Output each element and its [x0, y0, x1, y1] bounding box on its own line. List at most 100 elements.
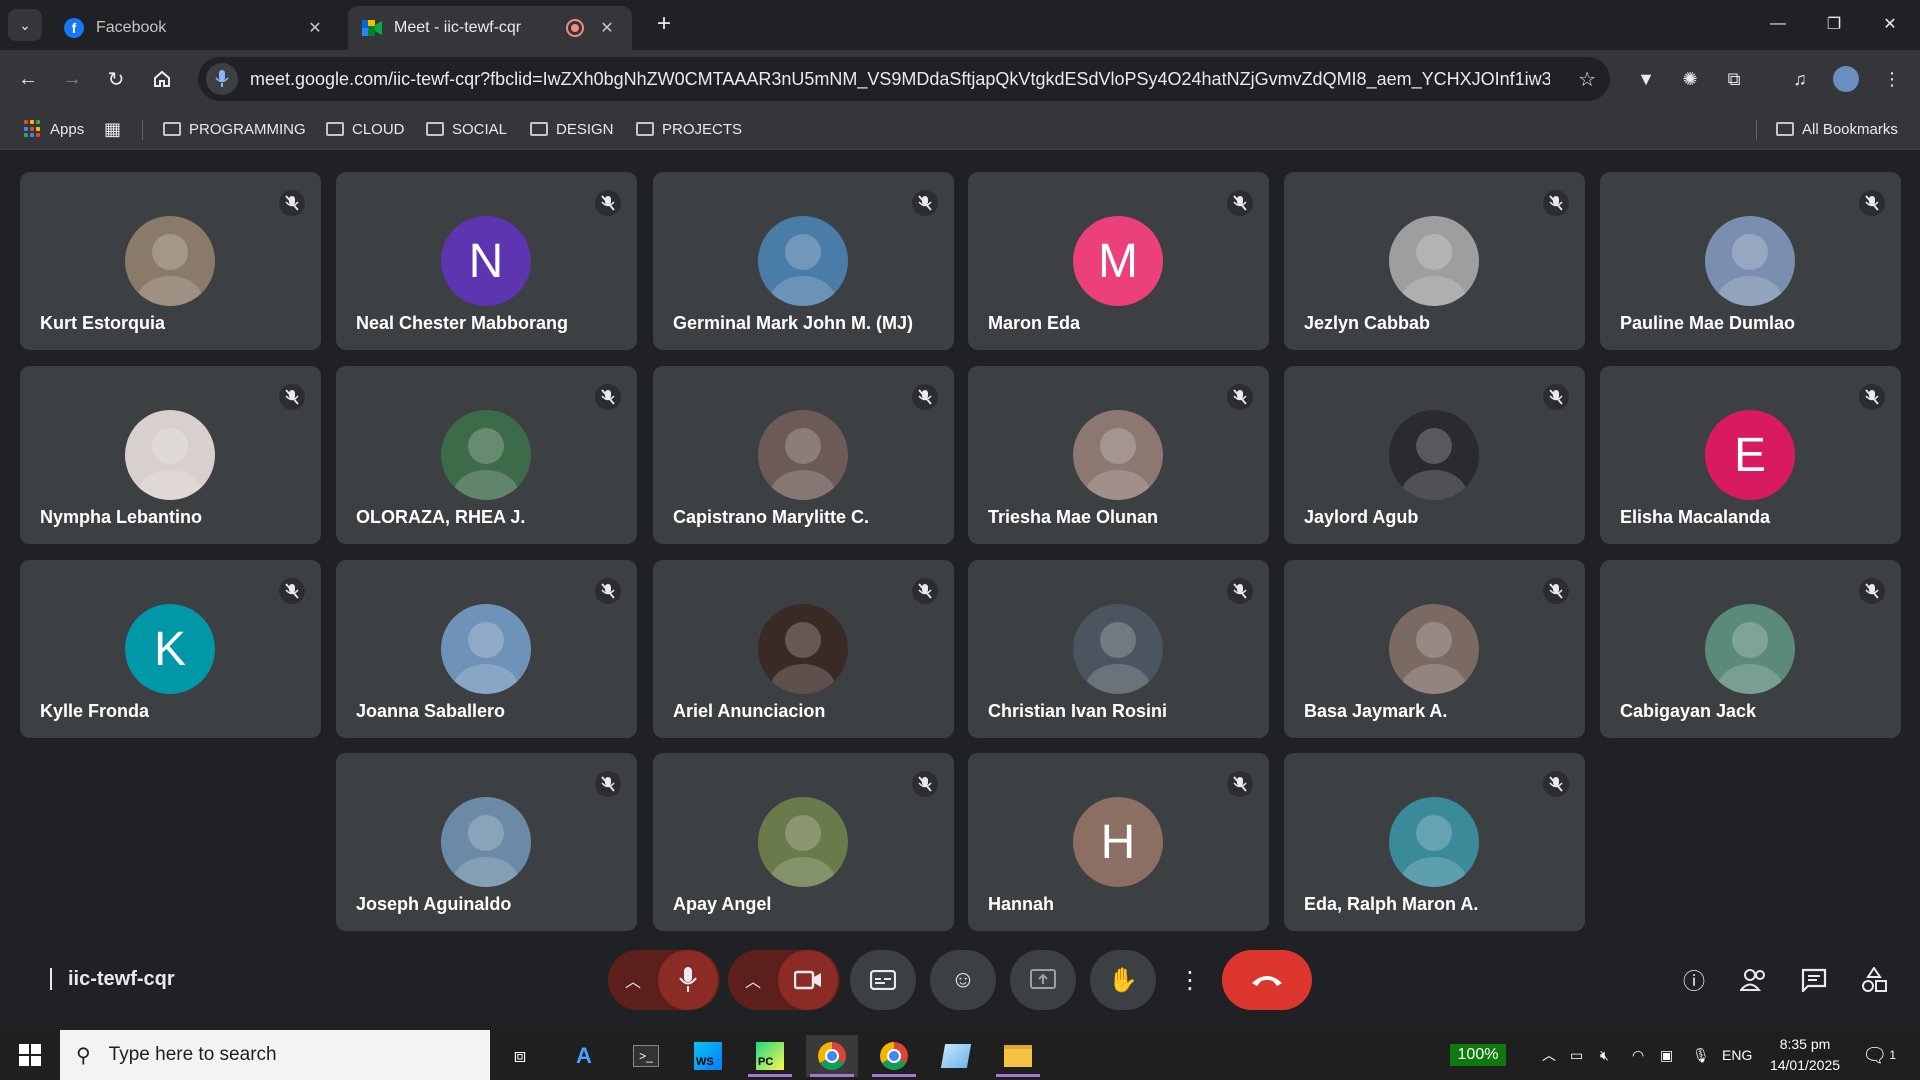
leave-call-button[interactable] [1222, 950, 1312, 1010]
participant-tile[interactable]: Pauline Mae Dumlao [1600, 172, 1901, 350]
participant-tile[interactable]: Capistrano Marylitte C. [653, 366, 954, 544]
participant-tile[interactable]: K Kylle Fronda [20, 560, 321, 738]
participant-tile[interactable]: OLORAZA, RHEA J. [336, 366, 637, 544]
back-button[interactable]: ← [12, 63, 44, 95]
vpn-extension-icon[interactable]: ▼ [1630, 63, 1662, 95]
bookmark-folder-design[interactable]: DESIGN [530, 118, 614, 140]
folder-icon [530, 122, 548, 136]
taskbar-app-terminal[interactable]: >_ [620, 1035, 672, 1077]
participant-tile[interactable]: Cabigayan Jack [1600, 560, 1901, 738]
address-bar[interactable]: meet.google.com/iic-tewf-cqr?fbclid=IwZX… [198, 57, 1610, 101]
tab-facebook[interactable]: f Facebook ✕ [50, 6, 340, 50]
chevron-up-icon: ︿ [1542, 1047, 1556, 1063]
camera-toggle-button[interactable] [778, 950, 838, 1010]
more-options-button[interactable]: ⋮ [1164, 950, 1216, 1010]
minimize-button[interactable]: — [1758, 10, 1798, 38]
participant-avatar: H [1073, 797, 1163, 887]
taskbar-app-webstorm[interactable]: WS [682, 1035, 734, 1077]
media-control-icon[interactable]: ♫ [1784, 63, 1816, 95]
all-bookmarks-button[interactable]: All Bookmarks [1776, 118, 1898, 140]
start-button[interactable] [0, 1030, 60, 1080]
url-text[interactable]: meet.google.com/iic-tewf-cqr?fbclid=IwZX… [250, 69, 1550, 90]
mic-toggle-button[interactable] [658, 950, 718, 1010]
close-window-button[interactable]: ✕ [1870, 10, 1910, 38]
video-settings-button[interactable]: ︿ [728, 950, 778, 1010]
reactions-button[interactable]: ☺ [930, 950, 996, 1010]
raise-hand-button[interactable]: ✋ [1090, 950, 1156, 1010]
extension-icon[interactable]: ✺ [1674, 63, 1706, 95]
taskbar-clock[interactable]: 8:35 pm 14/01/2025 [1760, 1034, 1850, 1076]
taskbar-app-notes[interactable] [930, 1035, 982, 1077]
audio-settings-button[interactable]: ︿ [608, 950, 658, 1010]
participant-tile[interactable]: Joanna Saballero [336, 560, 637, 738]
bookmark-apps[interactable]: Apps [24, 118, 84, 140]
participant-tile[interactable]: Christian Ivan Rosini [968, 560, 1269, 738]
activities-button[interactable] [1854, 960, 1894, 1000]
participant-tile[interactable]: Germinal Mark John M. (MJ) [653, 172, 954, 350]
participant-name: Maron Eda [988, 313, 1081, 333]
taskbar-app-chrome[interactable] [806, 1035, 858, 1077]
new-tab-button[interactable]: + [650, 10, 678, 38]
participant-tile[interactable]: Eda, Ralph Maron A. [1284, 753, 1585, 931]
avatar-initial: H [1100, 815, 1136, 869]
restore-button[interactable]: ❐ [1814, 10, 1854, 38]
tab-title: Facebook [96, 19, 167, 36]
taskbar-app-chrome-profile[interactable] [868, 1035, 920, 1077]
taskbar-app-translate[interactable]: A [558, 1035, 610, 1077]
bookmark-folder-projects[interactable]: PROJECTS [636, 118, 742, 140]
participant-name: Germinal Mark John M. (MJ) [673, 313, 914, 333]
taskbar-app-file-explorer[interactable] [992, 1035, 1044, 1077]
notification-center-button[interactable]: 🗨︎ 1 [1862, 1030, 1896, 1080]
participant-tile[interactable]: E Elisha Macalanda [1600, 366, 1901, 544]
chat-button[interactable] [1794, 960, 1834, 1000]
participant-tile[interactable]: Apay Angel [653, 753, 954, 931]
close-tab-icon[interactable]: ✕ [596, 17, 618, 39]
network-tray-icon[interactable]: ◠ [1632, 1030, 1644, 1080]
puzzle-icon[interactable]: ⧉ [1718, 63, 1750, 95]
tab-meet[interactable]: Meet - iic-tewf-cqr ✕ [348, 6, 632, 50]
bookmark-tab-groups[interactable]: ▦ [104, 118, 121, 140]
participant-tile[interactable]: Jezlyn Cabbab [1284, 172, 1585, 350]
taskbar-app-pycharm[interactable]: PC [744, 1035, 796, 1077]
menu-kebab-icon[interactable]: ⋮ [1876, 63, 1908, 95]
task-view-button[interactable]: ⧈ [494, 1035, 546, 1077]
tab-search-button[interactable]: ⌄ [8, 9, 42, 41]
bookmark-folder-social[interactable]: SOCIAL [426, 118, 507, 140]
participant-tile[interactable]: N Neal Chester Mabborang [336, 172, 637, 350]
participant-tile[interactable]: Joseph Aguinaldo [336, 753, 637, 931]
close-tab-icon[interactable]: ✕ [304, 17, 326, 39]
battery-tray-icon[interactable]: ▭ [1570, 1030, 1583, 1080]
info-icon: ⓘ [1682, 969, 1705, 994]
language-indicator[interactable]: ENG [1722, 1030, 1752, 1080]
meet-control-bar: iic-tewf-cqr ︿ ︿ ☺ ✋ ⋮ ⓘ [0, 940, 1920, 1030]
profile-avatar[interactable] [1830, 63, 1862, 95]
meeting-details-button[interactable]: ⓘ [1674, 960, 1714, 1000]
forward-button[interactable]: → [56, 63, 88, 95]
people-button[interactable] [1734, 960, 1774, 1000]
participant-name: Jezlyn Cabbab [1304, 313, 1431, 333]
reload-button[interactable]: ↻ [100, 63, 132, 95]
mic-tray-icon[interactable]: 🎙︎ [1692, 1030, 1710, 1080]
participant-tile[interactable]: Kurt Estorquia [20, 172, 321, 350]
participant-tile[interactable]: Ariel Anunciacion [653, 560, 954, 738]
bookmark-star-icon[interactable]: ☆ [1578, 67, 1596, 92]
site-info-button[interactable] [206, 63, 238, 95]
participant-tile[interactable]: Nympha Lebantino [20, 366, 321, 544]
participant-tile[interactable]: Triesha Mae Olunan [968, 366, 1269, 544]
bookmark-folder-cloud[interactable]: CLOUD [326, 118, 405, 140]
present-screen-button[interactable] [1010, 950, 1076, 1010]
muted-mic-icon [1543, 771, 1569, 797]
bookmark-folder-programming[interactable]: PROGRAMMING [163, 118, 306, 140]
meet-tray-icon[interactable]: ▣ [1660, 1030, 1673, 1080]
volume-tray-icon[interactable]: 🔇︎ [1600, 1030, 1609, 1080]
participant-tile[interactable]: H Hannah [968, 753, 1269, 931]
captions-button[interactable] [850, 950, 916, 1010]
participant-tile[interactable]: Basa Jaymark A. [1284, 560, 1585, 738]
home-button[interactable] [146, 63, 178, 95]
taskbar-search-box[interactable]: ⚲ Type here to search [60, 1030, 490, 1080]
bookmark-label: SOCIAL [452, 120, 508, 138]
participant-tile[interactable]: M Maron Eda [968, 172, 1269, 350]
participant-tile[interactable]: Jaylord Agub [1284, 366, 1585, 544]
show-hidden-icons-button[interactable]: ︿ [1542, 1030, 1556, 1080]
notification-icon: 🗨︎ [1862, 1044, 1888, 1067]
